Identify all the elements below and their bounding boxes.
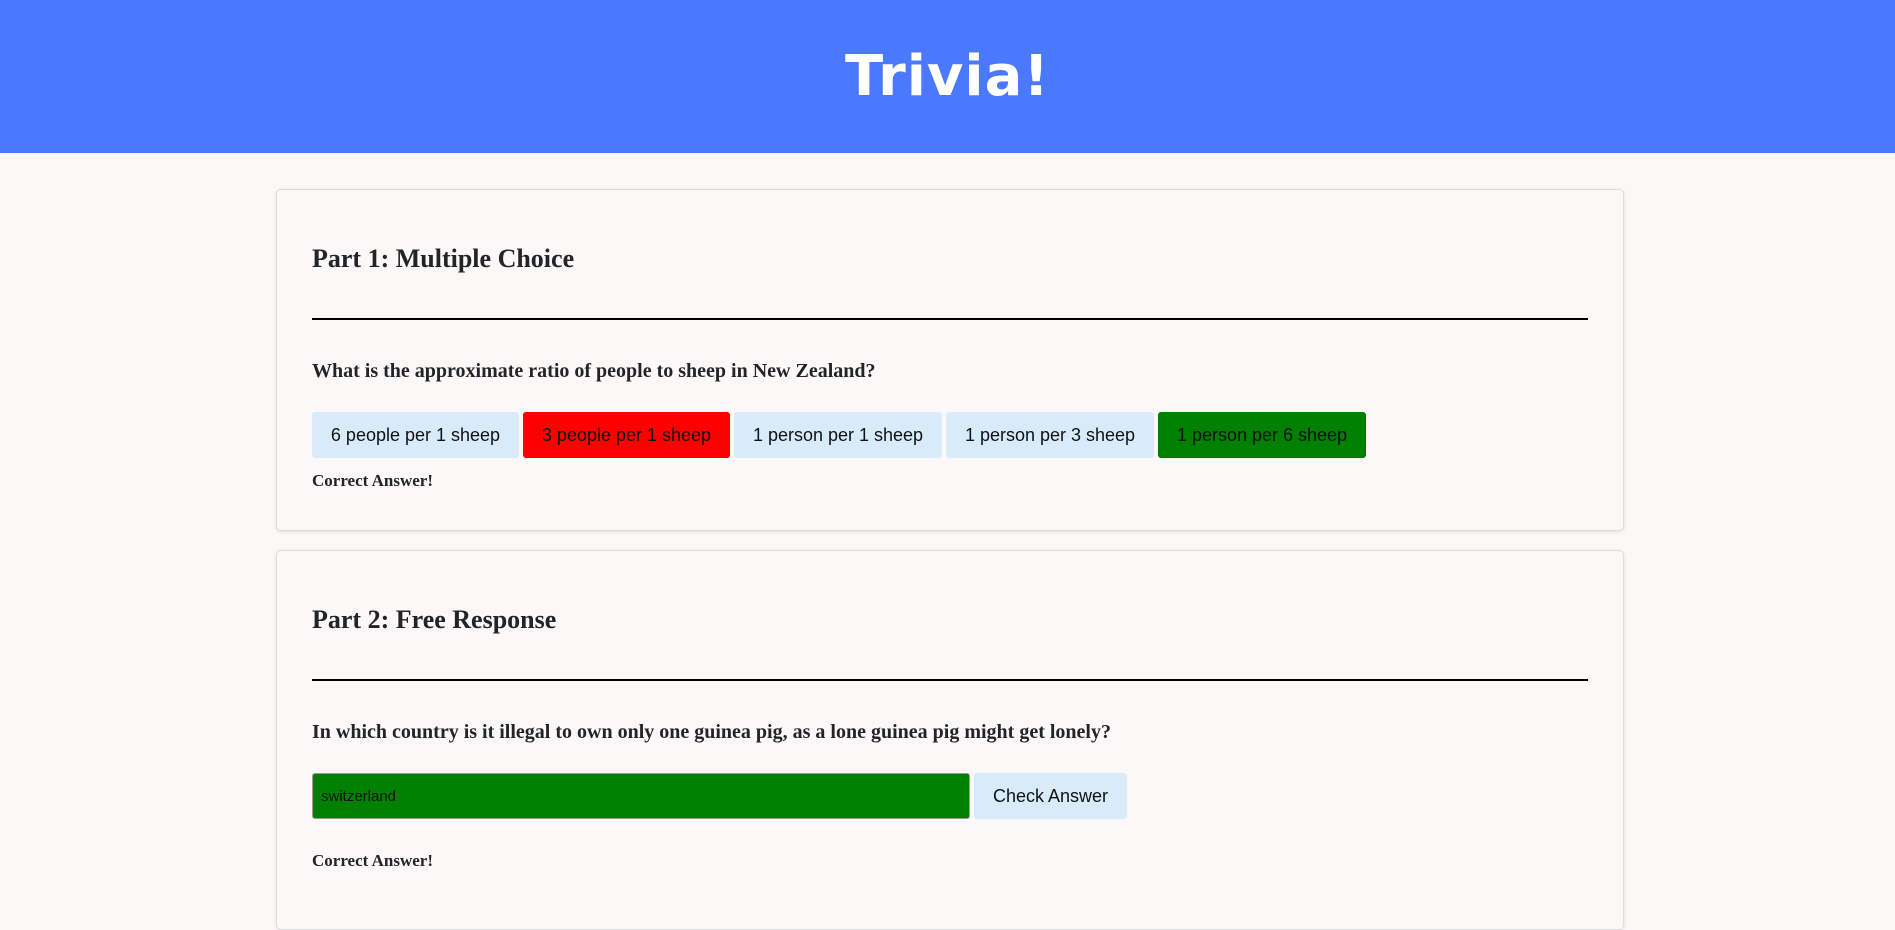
page-title: Trivia! [845, 44, 1050, 109]
section-divider [312, 318, 1588, 320]
check-answer-button[interactable]: Check Answer [974, 773, 1127, 819]
page-header: Trivia! [0, 0, 1895, 153]
question-text: In which country is it illegal to own on… [312, 721, 1111, 743]
choice-1-person-per-1-sheep[interactable]: 1 person per 1 sheep [734, 412, 942, 458]
feedback-message: Correct Answer! [312, 471, 434, 490]
section-heading-part2: Part 2: Free Response [312, 605, 557, 634]
answer-input[interactable] [312, 773, 970, 819]
choice-6-people-per-1-sheep[interactable]: 6 people per 1 sheep [312, 412, 519, 458]
section-heading-part1: Part 1: Multiple Choice [312, 244, 575, 273]
answer-choices: 6 people per 1 sheep 3 people per 1 shee… [312, 412, 1366, 458]
question-text: What is the approximate ratio of people … [312, 360, 876, 382]
feedback-message: Correct Answer! [312, 851, 434, 870]
free-response-section: Part 2: Free Response In which country i… [276, 550, 1624, 930]
section-divider [312, 679, 1588, 681]
choice-3-people-per-1-sheep[interactable]: 3 people per 1 sheep [523, 412, 730, 458]
multiple-choice-section: Part 1: Multiple Choice What is the appr… [276, 189, 1624, 531]
choice-1-person-per-6-sheep[interactable]: 1 person per 6 sheep [1158, 412, 1366, 458]
choice-1-person-per-3-sheep[interactable]: 1 person per 3 sheep [946, 412, 1154, 458]
